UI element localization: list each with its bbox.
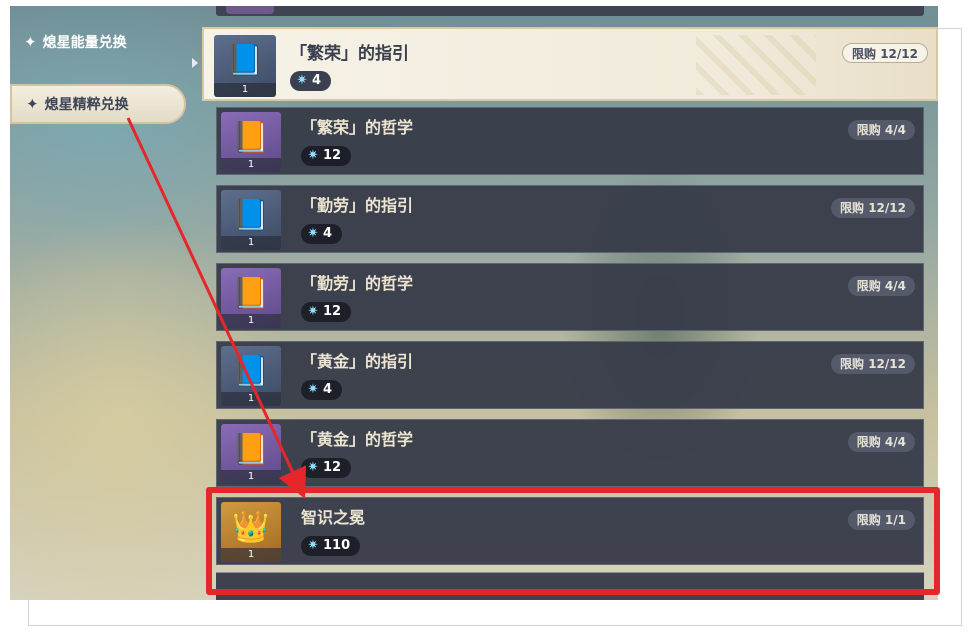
purchase-limit-badge: 限购 4/4 [847, 120, 915, 140]
four-point-star-icon: ✦ [26, 95, 39, 113]
item-title: 「勤劳」的指引 [301, 196, 414, 215]
item-quantity: 1 [221, 470, 281, 484]
shop-item-card[interactable]: 📙 1 「繁荣」的哲学 ✷ 12 限购 4/4 [216, 107, 924, 175]
decorative-pattern [696, 35, 816, 95]
tab-starglitter-essence[interactable]: ✦ 熄星精粹兑换 [10, 84, 186, 124]
shop-item-card[interactable]: 📙 1 「黄金」的哲学 ✷ 12 限购 4/4 [216, 419, 924, 487]
starglitter-icon: ✷ [307, 226, 319, 241]
item-cost: ✷ 4 [301, 224, 343, 244]
item-thumbnail: 📙 1 [221, 424, 281, 484]
item-title: 「繁荣」的哲学 [301, 118, 414, 137]
starglitter-icon: ✷ [307, 460, 319, 475]
item-card-partial[interactable] [216, 6, 924, 16]
tab-starglitter-energy[interactable]: ✦ 熄星能量兑换 [24, 32, 127, 52]
shop-item-card[interactable]: 📘 1 「黄金」的指引 ✷ 4 限购 12/12 [216, 341, 924, 409]
item-quantity: 1 [214, 83, 276, 97]
starglitter-icon: ✷ [296, 73, 308, 88]
book-guide-icon: 📘 [226, 43, 264, 78]
item-cost: ✷ 12 [301, 302, 352, 322]
cost-value: 12 [323, 460, 342, 475]
item-quantity: 1 [221, 158, 281, 172]
item-thumbnail: 📘 1 [221, 346, 281, 406]
item-quantity: 1 [221, 314, 281, 328]
purchase-limit-badge: 限购 4/4 [847, 276, 915, 296]
cost-value: 12 [323, 304, 342, 319]
item-title: 「繁荣」的指引 [290, 44, 409, 64]
book-philosophy-icon: 📙 [232, 276, 270, 311]
starglitter-icon: ✷ [307, 382, 319, 397]
book-philosophy-icon: 📙 [232, 120, 270, 155]
starglitter-icon: ✷ [307, 304, 319, 319]
item-quantity: 1 [221, 236, 281, 250]
item-thumbnail: 📘 1 [221, 190, 281, 250]
item-cost: ✷ 12 [301, 146, 352, 166]
item-cost: ✷ 4 [301, 380, 343, 400]
tab-label: 熄星精粹兑换 [44, 97, 129, 113]
book-guide-icon: 📘 [232, 198, 270, 233]
starglitter-icon: ✷ [307, 148, 319, 163]
shop-item-card[interactable]: 📘 1 「繁荣」的指引 ✷ 4 限购 12/12 [202, 27, 938, 101]
purchase-limit-badge: 限购 12/12 [842, 43, 928, 63]
highlight-box [206, 487, 940, 595]
item-title: 「黄金」的哲学 [301, 430, 414, 449]
cost-value: 12 [323, 148, 342, 163]
book-philosophy-icon: 📙 [232, 432, 270, 467]
item-thumbnail: 📙 1 [221, 112, 281, 172]
item-title: 「黄金」的指引 [301, 352, 414, 371]
item-cost: ✷ 12 [301, 458, 352, 478]
book-guide-icon: 📘 [232, 354, 270, 389]
cost-value: 4 [323, 382, 333, 397]
tab-label: 熄星能量兑换 [42, 35, 127, 51]
item-thumbnail: 📙 1 [221, 268, 281, 328]
item-quantity: 1 [221, 392, 281, 406]
purchase-limit-badge: 限购 12/12 [831, 354, 915, 374]
shop-item-card[interactable]: 📘 1 「勤劳」的指引 ✷ 4 限购 12/12 [216, 185, 924, 253]
cost-value: 4 [323, 226, 333, 241]
purchase-limit-badge: 限购 12/12 [831, 198, 915, 218]
item-thumbnail: 📘 1 [214, 35, 276, 97]
cost-value: 4 [312, 73, 322, 88]
shop-item-card[interactable]: 📙 1 「勤劳」的哲学 ✷ 12 限购 4/4 [216, 263, 924, 331]
caret-right-icon [192, 58, 198, 68]
four-point-star-icon: ✦ [24, 33, 37, 51]
purchase-limit-badge: 限购 4/4 [847, 432, 915, 452]
item-cost: ✷ 4 [290, 71, 332, 91]
item-title: 「勤劳」的哲学 [301, 274, 414, 293]
item-thumbnail [226, 6, 274, 14]
